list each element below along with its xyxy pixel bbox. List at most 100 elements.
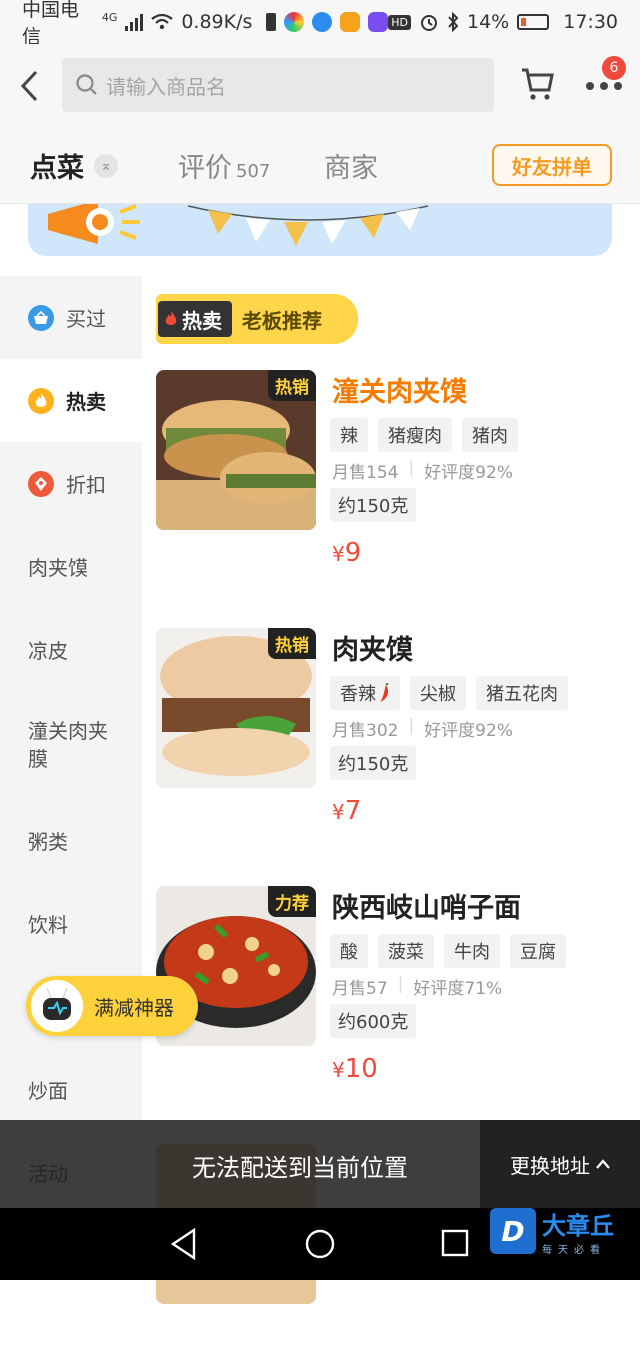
dish-tag: 猪瘦肉 — [378, 418, 452, 452]
menu-list: 热卖 老板推荐 热销 潼关肉夹馍 辣 猪瘦肉 猪肉 月售154 | 好评度92%… — [142, 276, 640, 1304]
tab-merchant[interactable]: 商家 — [324, 146, 378, 185]
watermark-logo: D — [490, 1208, 536, 1254]
dish-name: 陕西岐山哨子面 — [332, 893, 521, 924]
dish-tags: 香辣 尖椒 猪五花肉 — [330, 676, 568, 710]
bluetooth-icon — [448, 12, 459, 32]
dish-tag: 牛肉 — [444, 934, 500, 968]
dish-stats: 月售57 | 好评度71% — [332, 974, 503, 999]
network-speed: 0.89K/s — [181, 11, 253, 33]
dish-photo[interactable]: 热销 — [156, 370, 316, 530]
cart-badge: 6 — [602, 56, 626, 80]
app-icon-3 — [340, 12, 361, 32]
notice-message: 无法配送到当前位置 — [192, 1154, 408, 1182]
tab-reviews-label: 评价 — [178, 153, 232, 184]
price-value: 7 — [344, 796, 362, 826]
nav-recents-icon[interactable] — [440, 1228, 470, 1258]
section-title: 老板推荐 — [242, 308, 322, 333]
nav-home-icon[interactable] — [304, 1228, 336, 1260]
dish-tag: 尖椒 — [410, 676, 466, 710]
dish-price: ¥9 — [332, 538, 361, 568]
tab-order[interactable]: 点菜 — [30, 146, 84, 185]
carrier-label: 中国电信 — [22, 0, 80, 48]
dish-ribbon: 力荐 — [268, 886, 316, 917]
flame-icon — [28, 387, 54, 414]
cart-icon — [522, 68, 554, 100]
dish-ribbon: 热销 — [268, 628, 316, 659]
watermark: D 大章丘 每天必看 — [490, 1206, 630, 1256]
dish-tag: 猪肉 — [462, 418, 518, 452]
watermark-title: 大章丘 — [542, 1212, 614, 1240]
search-input[interactable]: 请输入商品名 — [62, 58, 494, 112]
sidebar-item-label: 潼关肉夹膜 — [28, 719, 108, 771]
delivery-notice: 无法配送到当前位置 更换地址 — [0, 1120, 640, 1208]
sidebar-item-liangpi[interactable]: 凉皮 — [0, 608, 142, 691]
price-value: 10 — [344, 1054, 378, 1084]
sidebar-item-hot[interactable]: 热卖 — [0, 359, 142, 442]
app-icon-2 — [312, 12, 333, 32]
dish-item[interactable]: 热销 潼关肉夹馍 辣 猪瘦肉 猪肉 月售154 | 好评度92% 约150克 ¥… — [156, 370, 640, 590]
collapse-up-icon[interactable]: ⌅ — [94, 154, 118, 178]
currency-symbol: ¥ — [332, 800, 345, 824]
welcome-banner[interactable] — [28, 204, 612, 256]
sidebar-item-discount[interactable]: 折扣 — [0, 442, 142, 525]
dish-tag: 辣 — [330, 418, 368, 452]
sidebar-item-porridge[interactable]: 粥类 — [0, 799, 142, 882]
currency-symbol: ¥ — [332, 1058, 345, 1082]
dish-photo[interactable]: 热销 — [156, 628, 316, 788]
dish-tag: 菠菜 — [378, 934, 434, 968]
cart-button[interactable] — [520, 66, 554, 106]
discount-icon — [28, 470, 54, 497]
rating: 好评度92% — [424, 721, 513, 741]
dish-weight: 约150克 — [330, 746, 417, 780]
megaphone-icon — [48, 204, 140, 244]
dish-name: 潼关肉夹馍 — [332, 377, 467, 408]
wifi-icon — [151, 13, 174, 30]
back-button[interactable] — [0, 44, 58, 128]
search-icon — [76, 74, 97, 95]
dish-stats: 月售302 | 好评度92% — [332, 716, 513, 741]
battery-percent: 14% — [467, 11, 510, 33]
discount-helper-button[interactable]: 满减神器 — [26, 976, 198, 1036]
sidebar-item-bought[interactable]: 买过 — [0, 276, 142, 359]
monthly-sales: 月售154 — [332, 463, 399, 483]
sidebar-item-chaomian[interactable]: 炒面 — [0, 1048, 142, 1131]
network-type: 4G — [101, 10, 118, 24]
dish-stats: 月售154 | 好评度92% — [332, 458, 513, 483]
helper-label: 满减神器 — [94, 995, 174, 1020]
dish-price: ¥7 — [332, 796, 361, 826]
dish-tag: 酸 — [330, 934, 368, 968]
change-address-button[interactable]: 更换地址 — [480, 1120, 640, 1208]
sidebar-item-tongguan[interactable]: 潼关肉夹膜 — [0, 691, 142, 799]
sidebar-item-roujiamo[interactable]: 肉夹馍 — [0, 525, 142, 608]
top-bar: 请输入商品名 6 — [0, 44, 640, 128]
sidebar-item-drinks[interactable]: 饮料 — [0, 882, 142, 965]
search-placeholder: 请输入商品名 — [106, 74, 226, 99]
dish-weight: 约600克 — [330, 1004, 417, 1038]
nav-back-icon[interactable] — [170, 1228, 198, 1260]
chevron-up-icon — [596, 1159, 610, 1169]
app-icon-1 — [284, 12, 305, 32]
robot-icon — [28, 977, 86, 1035]
dish-item[interactable]: 力荐 陕西岐山哨子面 酸 菠菜 牛肉 豆腐 月售57 | 好评度71% 约600… — [156, 886, 640, 1106]
review-count: 507 — [236, 161, 271, 182]
group-order-button[interactable]: 好友拼单 — [492, 144, 612, 186]
battery-icon — [517, 14, 550, 30]
section-header: 热卖 老板推荐 — [156, 294, 358, 344]
tab-reviews[interactable]: 评价 507 — [178, 146, 270, 185]
sidebar-item-label: 热卖 — [66, 390, 106, 414]
dish-ribbon: 热销 — [268, 370, 316, 401]
status-bar: 中国电信 4G 0.89K/s HD 14% 17:30 — [0, 0, 640, 48]
dish-item[interactable]: 热销 肉夹馍 香辣 尖椒 猪五花肉 月售302 | 好评度92% 约150克 ¥… — [156, 628, 640, 848]
rating: 好评度92% — [424, 463, 513, 483]
basket-icon — [28, 304, 54, 331]
alarm-icon — [421, 15, 437, 31]
signal-icon — [125, 13, 144, 31]
currency-symbol: ¥ — [332, 542, 345, 566]
monthly-sales: 月售57 — [332, 979, 388, 999]
dish-tags: 酸 菠菜 牛肉 豆腐 — [330, 934, 566, 968]
clock: 17:30 — [563, 11, 618, 33]
dish-weight: 约150克 — [330, 488, 417, 522]
monthly-sales: 月售302 — [332, 721, 399, 741]
sidebar-item-label: 折扣 — [66, 473, 106, 497]
alert-icon — [266, 13, 277, 31]
